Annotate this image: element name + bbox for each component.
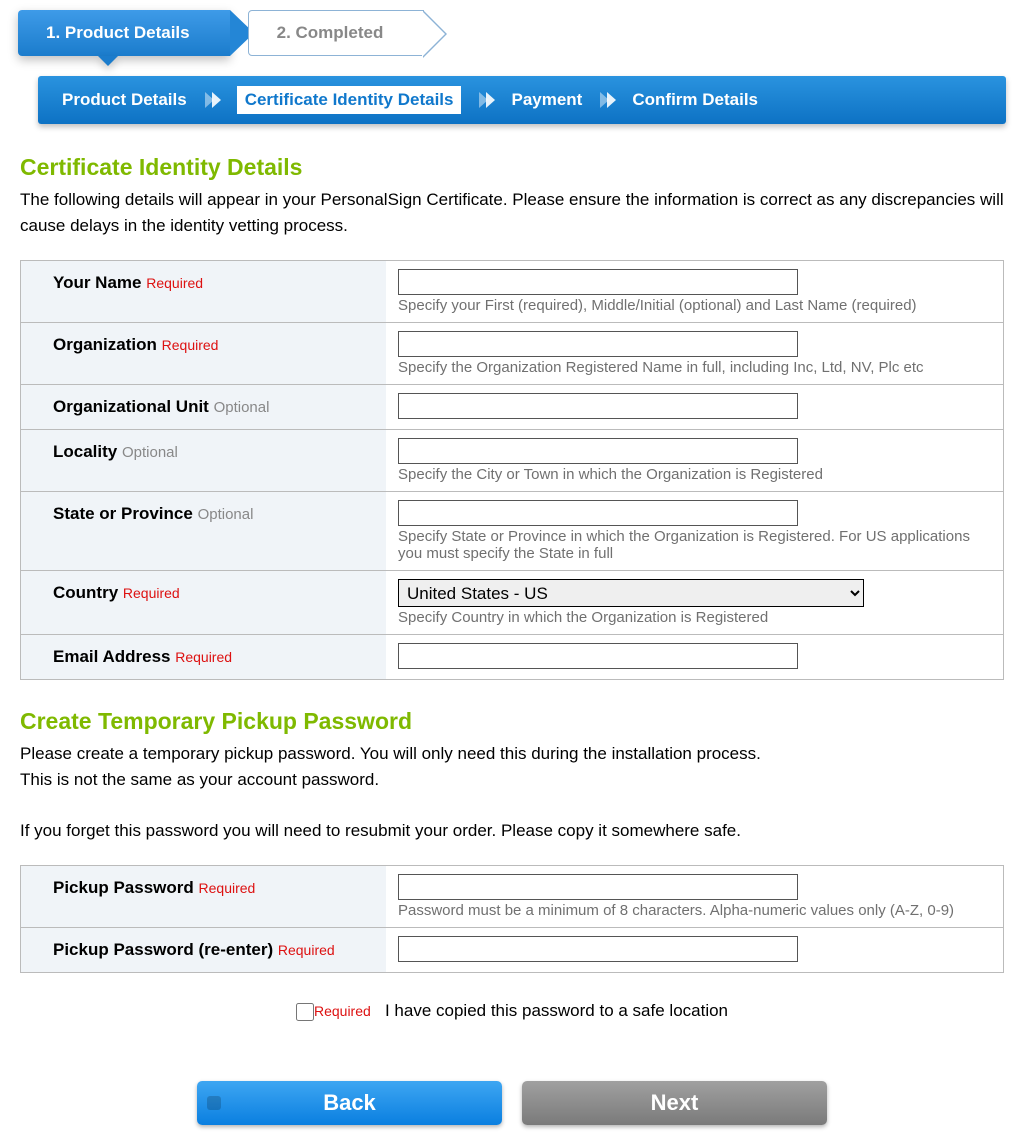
help-pickup-password: Password must be a minimum of 8 characte…	[398, 902, 991, 919]
help-state: Specify State or Province in which the O…	[398, 528, 991, 562]
subnav-certificate-identity: Certificate Identity Details	[237, 86, 462, 114]
section-title-identity: Certificate Identity Details	[20, 154, 1014, 181]
optional-tag: Optional	[214, 399, 270, 416]
help-your-name: Specify your First (required), Middle/In…	[398, 297, 991, 314]
required-tag: Required	[314, 1003, 371, 1019]
optional-tag: Optional	[122, 444, 178, 461]
chevron-icon	[479, 92, 493, 108]
label-state: State or Province	[53, 504, 193, 523]
confirm-copied-row: Required I have copied this password to …	[10, 1001, 1014, 1021]
identity-form-table: Your Name Required Specify your First (r…	[20, 260, 1004, 680]
label-organization: Organization	[53, 335, 157, 354]
wizard-step-label: 1. Product Details	[46, 23, 190, 43]
wizard-step-completed: 2. Completed	[248, 10, 425, 56]
password-form-table: Pickup Password Required Password must b…	[20, 865, 1004, 973]
confirm-copied-text: I have copied this password to a safe lo…	[385, 1001, 728, 1020]
pw-para-2: This is not the same as your account pas…	[20, 770, 379, 789]
pickup-password-reenter-input[interactable]	[398, 936, 798, 962]
section-desc-password: Please create a temporary pickup passwor…	[20, 741, 1004, 843]
required-tag: Required	[123, 585, 180, 601]
pickup-password-input[interactable]	[398, 874, 798, 900]
required-tag: Required	[175, 649, 232, 665]
optional-tag: Optional	[198, 506, 254, 523]
your-name-input[interactable]	[398, 269, 798, 295]
subnav-product-details[interactable]: Product Details	[62, 90, 187, 110]
back-button[interactable]: Back	[197, 1081, 502, 1125]
help-organization: Specify the Organization Registered Name…	[398, 359, 991, 376]
label-your-name: Your Name	[53, 273, 142, 292]
label-country: Country	[53, 583, 118, 602]
wizard-steps: 1. Product Details 2. Completed	[10, 10, 1014, 76]
label-pickup-password: Pickup Password	[53, 878, 194, 897]
chevron-icon	[205, 92, 219, 108]
subnav-confirm-details[interactable]: Confirm Details	[632, 90, 758, 110]
section-desc-identity: The following details will appear in you…	[20, 187, 1004, 238]
organization-input[interactable]	[398, 331, 798, 357]
wizard-step-label: 2. Completed	[277, 23, 384, 43]
button-row: Back Next	[10, 1061, 1014, 1125]
help-country: Specify Country in which the Organizatio…	[398, 609, 991, 626]
label-locality: Locality	[53, 442, 117, 461]
email-input[interactable]	[398, 643, 798, 669]
confirm-copied-checkbox[interactable]	[296, 1003, 314, 1021]
required-tag: Required	[199, 880, 256, 896]
org-unit-input[interactable]	[398, 393, 798, 419]
section-title-password: Create Temporary Pickup Password	[20, 708, 1014, 735]
required-tag: Required	[146, 275, 203, 291]
subnav-payment[interactable]: Payment	[511, 90, 582, 110]
subnav-bar: Product Details Certificate Identity Det…	[38, 76, 1006, 124]
state-input[interactable]	[398, 500, 798, 526]
country-select[interactable]: United States - US	[398, 579, 864, 607]
next-button[interactable]: Next	[522, 1081, 827, 1125]
locality-input[interactable]	[398, 438, 798, 464]
label-org-unit: Organizational Unit	[53, 397, 209, 416]
label-email: Email Address	[53, 647, 170, 666]
pw-para-1: Please create a temporary pickup passwor…	[20, 744, 761, 763]
required-tag: Required	[278, 942, 335, 958]
pw-para-3: If you forget this password you will nee…	[20, 821, 741, 840]
label-pickup-password-reenter: Pickup Password (re-enter)	[53, 940, 273, 959]
required-tag: Required	[162, 337, 219, 353]
wizard-step-product-details[interactable]: 1. Product Details	[18, 10, 230, 56]
help-locality: Specify the City or Town in which the Or…	[398, 466, 991, 483]
chevron-icon	[600, 92, 614, 108]
